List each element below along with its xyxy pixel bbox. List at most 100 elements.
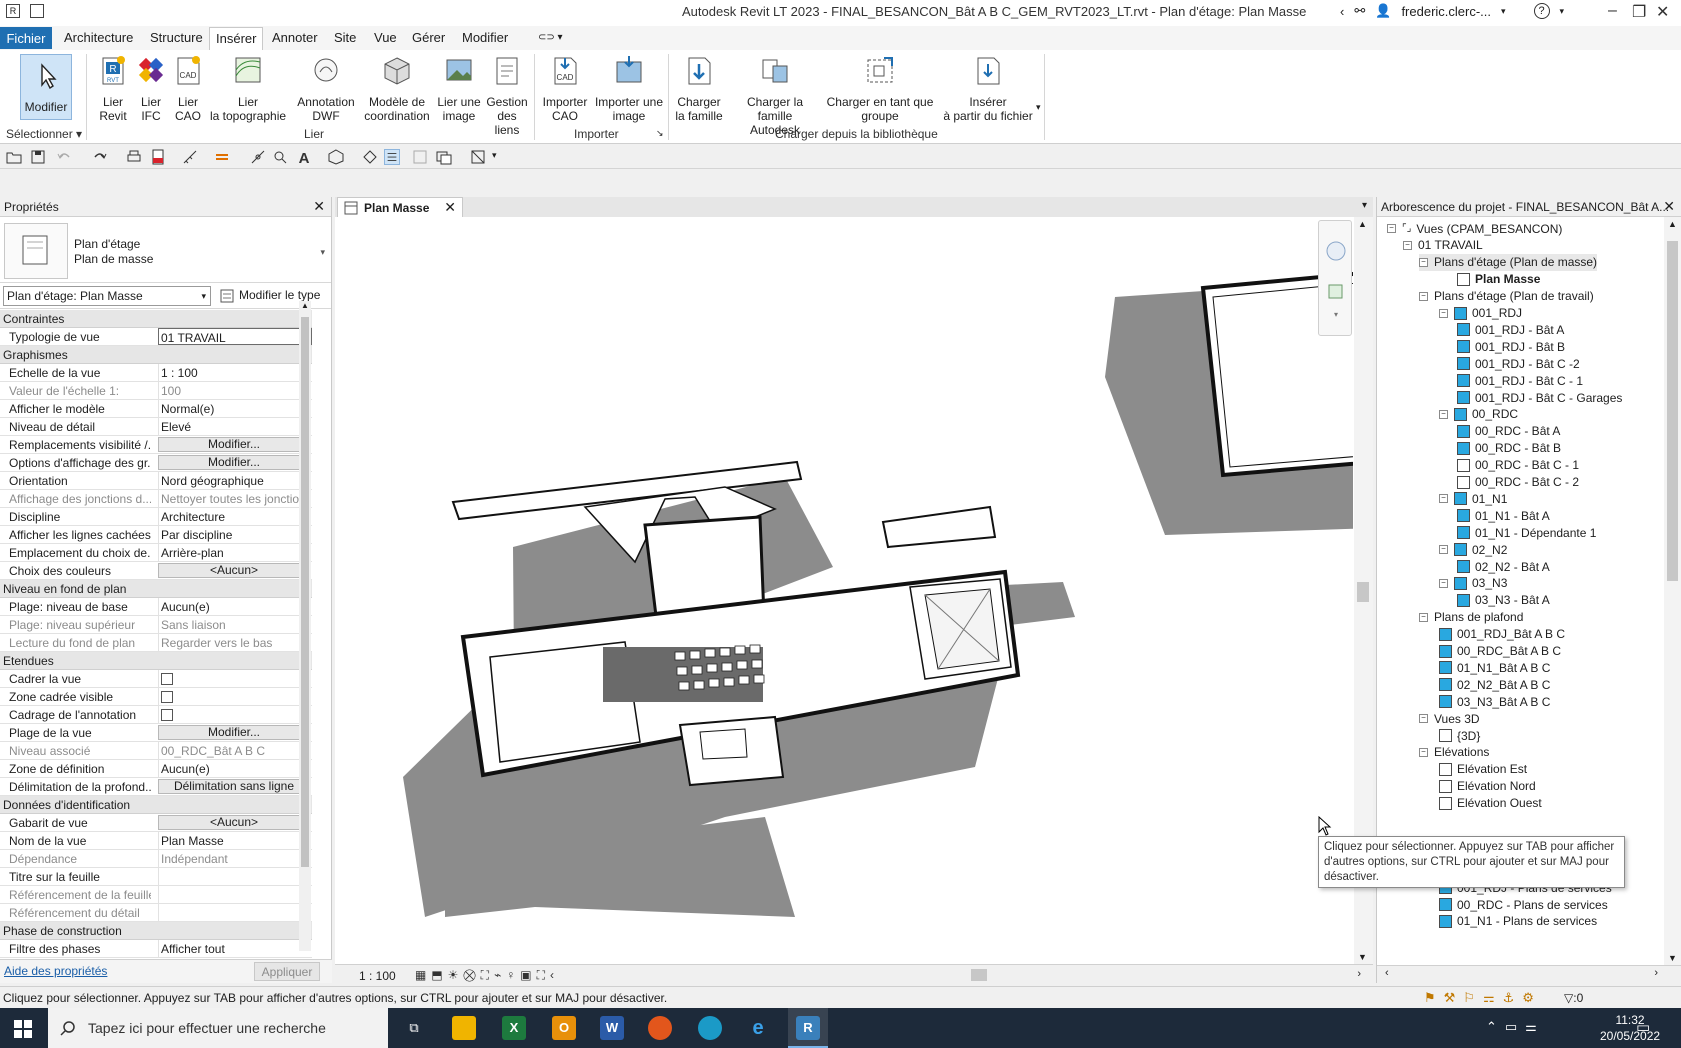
chevron-down-icon[interactable]: ▾ — [1560, 6, 1565, 17]
tree-item[interactable]: 001_RDJ - Bât A — [1457, 321, 1564, 338]
minimize-icon[interactable]: – — [1608, 2, 1617, 20]
section-phase[interactable]: Phase de construction⌃ — [0, 922, 312, 940]
tree-item[interactable]: Elévation Nord — [1439, 778, 1536, 795]
close-hidden-windows-icon[interactable] — [412, 149, 428, 165]
color-scheme-button[interactable]: <Aucun> — [158, 563, 310, 578]
tab-architecture[interactable]: Architecture — [58, 29, 139, 46]
spot-elevation-icon[interactable] — [250, 149, 266, 165]
manage-links-button[interactable]: Gestion des liens — [484, 54, 530, 137]
type-selector[interactable]: Plan d'étage Plan de masse ▾ — [0, 217, 331, 283]
link-image-button[interactable]: Lier une image — [436, 54, 482, 123]
tree-item[interactable]: 01_N1 - Dépendante 1 — [1457, 524, 1596, 541]
drawing-canvas[interactable] — [335, 217, 1427, 964]
close-icon[interactable]: ✕ — [444, 199, 456, 216]
view-scale[interactable]: 1 : 100 — [359, 969, 396, 983]
restore-icon[interactable]: ❐ — [1632, 2, 1646, 22]
tree-item[interactable]: 001_RDJ_Bât A B C — [1439, 626, 1565, 643]
word-icon[interactable]: W — [600, 1016, 624, 1040]
view-control-icons[interactable]: ▦⬒☀⛒⛶⌁♀▣⛶‹ — [415, 968, 559, 983]
collapse-icon[interactable]: − — [1439, 409, 1448, 419]
tree-item[interactable]: − 001_RDJ — [1439, 305, 1522, 322]
annotation-dwf-button[interactable]: Annotation DWF — [294, 54, 358, 123]
typologie-value[interactable]: 01 TRAVAIL — [158, 328, 312, 345]
steering-wheel-icon[interactable] — [1326, 241, 1346, 261]
tree-item[interactable]: 00_RDC - Bât C - 2 — [1457, 474, 1579, 491]
coordination-model-button[interactable]: Modèle de coordination — [362, 54, 432, 123]
section-graphismes[interactable]: Graphismes⌃ — [0, 346, 312, 364]
tree-item[interactable]: 00_RDC - Bât A — [1457, 423, 1560, 440]
tab-structure[interactable]: Structure — [144, 29, 209, 46]
tree-item[interactable]: 001_RDJ - Bât C -2 — [1457, 355, 1580, 372]
instance-filter-select[interactable]: Plan d'étage: Plan Masse ▾ — [3, 286, 211, 306]
print-icon[interactable] — [126, 149, 142, 165]
load-autodesk-family-button[interactable]: Charger la famille Autodesk — [728, 54, 822, 137]
visibility-modify-button[interactable]: Modifier... — [158, 437, 310, 452]
tree-item[interactable]: 001_RDJ - Bât B — [1457, 338, 1565, 355]
chevron-down-icon[interactable]: ▾ — [320, 247, 325, 258]
tree-item[interactable]: − ⌜⌟ Vues (CPAM_BESANCON) — [1387, 220, 1562, 237]
tree-item[interactable]: 00_RDC - Bât C - 1 — [1457, 457, 1579, 474]
help-icon[interactable]: ? — [1533, 3, 1550, 19]
close-icon[interactable]: ✕ — [1663, 198, 1675, 215]
user-icon[interactable]: 👤 — [1375, 3, 1391, 19]
customize-toolbar-icon[interactable]: ▾ — [492, 150, 497, 161]
zoom-icon[interactable] — [1328, 284, 1343, 299]
collapse-icon[interactable]: − — [1419, 291, 1428, 301]
collapse-icon[interactable]: − — [1419, 747, 1428, 757]
section-icon[interactable] — [362, 149, 378, 165]
tree-item[interactable]: 00_RDC_Bât A B C — [1439, 643, 1561, 660]
view-cube-icon[interactable] — [470, 149, 486, 165]
tab-annoter[interactable]: Annoter — [266, 29, 324, 46]
view-template-button[interactable]: <Aucun> — [158, 815, 310, 830]
collapse-icon[interactable]: − — [1419, 714, 1428, 724]
tab-site[interactable]: Site — [328, 29, 362, 46]
system-tray-icons[interactable]: ⌃▭⚌ — [1486, 1019, 1545, 1035]
depth-clipping-button[interactable]: Délimitation sans ligne — [158, 779, 310, 794]
binoculars-icon[interactable]: ⚯ — [1354, 3, 1365, 19]
tree-item[interactable]: 001_RDJ - Bât C - Garages — [1457, 389, 1622, 406]
task-view-icon[interactable]: ⧉ — [402, 1016, 426, 1040]
link-revit-button[interactable]: R RVT Lier Revit — [92, 54, 134, 123]
chevron-down-icon[interactable]: ▾ — [1036, 102, 1041, 113]
tab-plan-masse[interactable]: Plan Masse ✕ — [337, 197, 463, 217]
browser-horizontal-scrollbar[interactable]: ‹ › — [1377, 965, 1681, 983]
tab-fichier[interactable]: Fichier — [0, 27, 52, 49]
switch-windows-icon[interactable] — [436, 149, 452, 165]
annotation-crop-checkbox[interactable] — [161, 709, 173, 721]
import-image-button[interactable]: Importer une image — [592, 54, 666, 123]
select-group-label[interactable]: Sélectionner ▾ — [6, 127, 82, 141]
close-icon[interactable]: ✕ — [1656, 2, 1669, 22]
internet-explorer-icon[interactable]: e — [746, 1016, 770, 1040]
file-explorer-icon[interactable] — [452, 1016, 476, 1040]
tree-item[interactable]: − Vues 3D — [1419, 710, 1480, 727]
properties-help-link[interactable]: Aide des propriétés — [4, 964, 107, 978]
tag-icon[interactable] — [272, 149, 288, 165]
tab-menu-icon[interactable]: ▾ — [1362, 200, 1367, 211]
excel-icon[interactable]: X — [502, 1016, 526, 1040]
revit-app-icon[interactable]: R — [6, 4, 20, 18]
collapse-icon[interactable]: − — [1439, 308, 1448, 318]
apply-button[interactable]: Appliquer — [254, 962, 320, 981]
site-plan-drawing[interactable] — [335, 217, 1427, 964]
firefox-icon[interactable] — [648, 1016, 672, 1040]
filter-icon[interactable]: ▽:0 — [1564, 991, 1583, 1005]
scroll-right-icon[interactable]: › — [1357, 968, 1361, 980]
crop-view-checkbox[interactable] — [161, 673, 173, 685]
save-icon[interactable] — [30, 149, 46, 165]
tree-item[interactable]: 00_RDC - Bât B — [1457, 440, 1561, 457]
tree-item[interactable]: Elévation Est — [1439, 761, 1527, 778]
graphic-display-modify-button[interactable]: Modifier... — [158, 455, 310, 470]
browser-scrollbar[interactable]: ▲ ▼ — [1664, 217, 1681, 965]
selection-filter-icons[interactable]: ⚑⚒⚐⚎⚓⚙ — [1424, 990, 1542, 1006]
text-icon[interactable]: A — [296, 149, 312, 165]
section-contraintes[interactable]: Contraintes⌃ — [0, 310, 312, 328]
measure-icon[interactable] — [182, 149, 198, 165]
collapse-icon[interactable]: − — [1439, 578, 1448, 588]
view-range-modify-button[interactable]: Modifier... — [158, 725, 310, 740]
import-cad-button[interactable]: CAD Importer CAO — [538, 54, 592, 123]
back-arrow-icon[interactable]: ‹ — [1340, 4, 1344, 19]
collapse-icon[interactable]: − — [1419, 257, 1428, 267]
tree-item[interactable]: − 01_N1 — [1439, 490, 1507, 507]
taskbar-search[interactable]: Tapez ici pour effectuer une recherche — [48, 1008, 388, 1048]
pdf-export-icon[interactable] — [150, 149, 166, 165]
